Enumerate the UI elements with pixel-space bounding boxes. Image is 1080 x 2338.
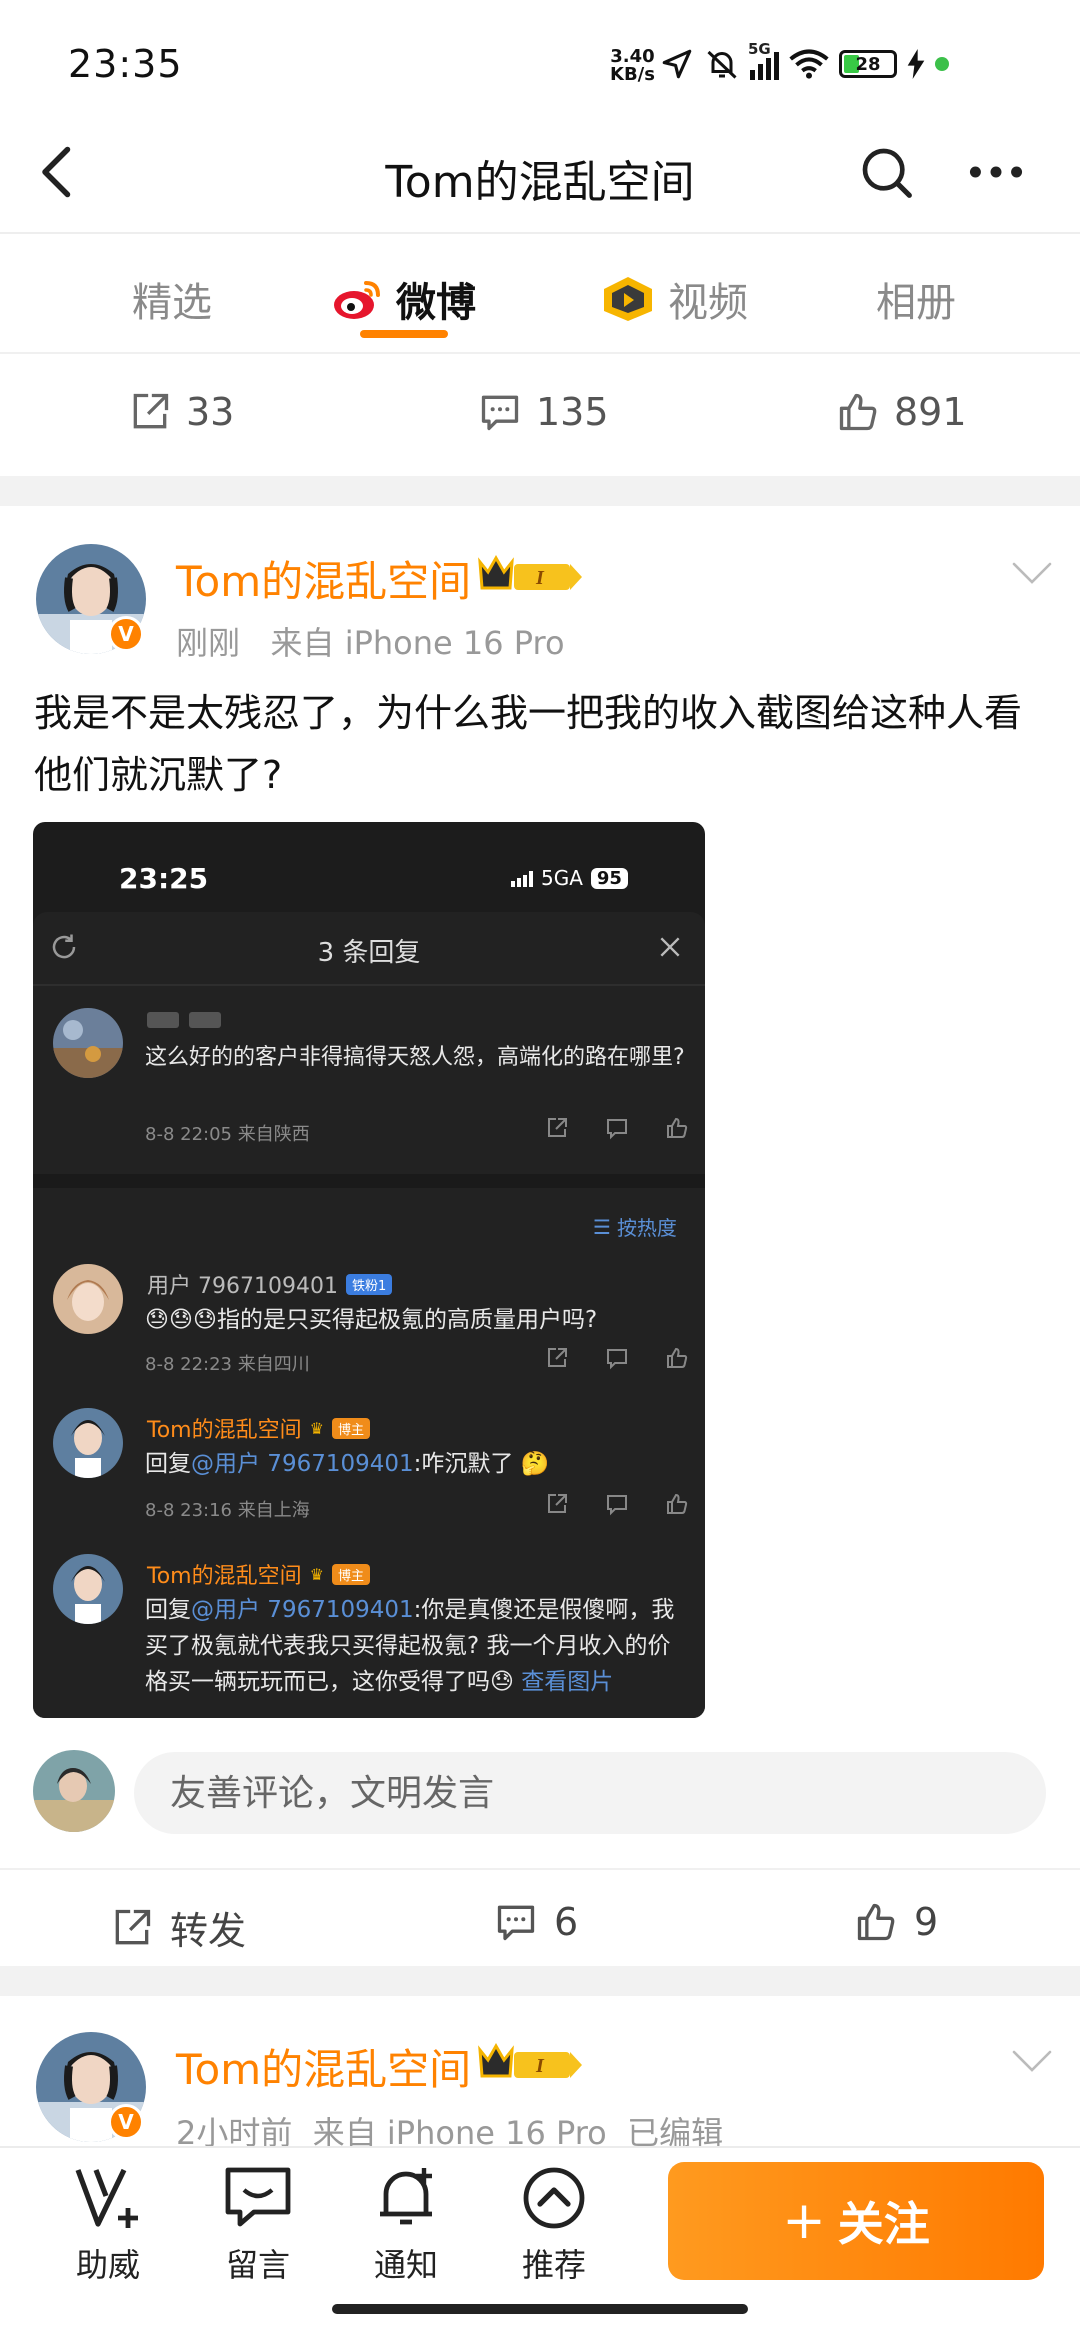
comment-icon bbox=[607, 1495, 627, 1516]
comment-icon bbox=[607, 1349, 627, 1370]
tab-weibo[interactable]: 微博 bbox=[332, 270, 476, 328]
reply-2-text: 回复@用户 7967109401:咋沉默了 🤔 bbox=[145, 1451, 550, 1477]
mute-bell-icon bbox=[707, 50, 737, 79]
root-comment-actions bbox=[545, 1116, 689, 1140]
comment-avatar bbox=[53, 1008, 123, 1078]
chevron-down-icon[interactable] bbox=[1010, 2046, 1054, 2076]
cheer-v-icon bbox=[75, 2168, 138, 2228]
net-speed: 3.40 KB/s bbox=[610, 46, 655, 85]
like-button[interactable]: 9 bbox=[854, 1900, 938, 1944]
reply-avatar bbox=[53, 1554, 123, 1624]
cheer-button[interactable]: 助威 bbox=[48, 2164, 168, 2286]
reply-1-actions bbox=[545, 1346, 689, 1370]
signal-icon: 5G bbox=[748, 40, 779, 80]
thumbs-up-icon bbox=[857, 1903, 895, 1941]
nav-bar: Tom的混乱空间 bbox=[0, 110, 1080, 234]
location-icon bbox=[662, 49, 692, 79]
post-image[interactable]: 23:25 5GA 95 3 条回复 这么好的的客户非得搞得天怒人怨，高端化的路… bbox=[33, 822, 705, 1718]
search-icon[interactable] bbox=[858, 144, 914, 200]
privacy-dot bbox=[935, 57, 949, 71]
my-avatar bbox=[33, 1750, 115, 1832]
home-indicator bbox=[332, 2304, 748, 2314]
shot-status-icons: 5GA 95 bbox=[511, 866, 628, 890]
like-button[interactable]: 891 bbox=[836, 390, 967, 434]
vip-badge-icon: I bbox=[478, 554, 588, 602]
recommend-button[interactable]: 推荐 bbox=[494, 2164, 614, 2286]
more-icon[interactable] bbox=[964, 144, 1028, 200]
vip-badge-icon: I bbox=[478, 2042, 588, 2090]
svg-text:I: I bbox=[535, 2055, 545, 2077]
message-icon bbox=[225, 2167, 291, 2227]
follow-button[interactable]: + 关注 bbox=[668, 2162, 1044, 2280]
post-time: 刚刚 bbox=[176, 624, 241, 662]
comment-button[interactable]: 135 bbox=[478, 390, 609, 434]
reply-count-title: 3 条回复 bbox=[317, 938, 421, 968]
share-icon bbox=[548, 1494, 567, 1513]
reply-3-header: Tom的混乱空间 ♛ 博主 bbox=[147, 1558, 370, 1590]
weibo-logo-icon bbox=[334, 281, 380, 319]
sort-by-hot: ☰ 按热度 bbox=[593, 1214, 677, 1241]
separator bbox=[0, 1966, 1080, 1996]
tab-video[interactable]: 视频 bbox=[600, 270, 748, 328]
comment-icon bbox=[497, 1905, 535, 1941]
profile-tabs: 精选 微博 视频 相册 bbox=[0, 234, 1080, 354]
status-time: 23:35 bbox=[68, 42, 183, 86]
reply-panel: 3 条回复 这么好的的客户非得搞得天怒人怨，高端化的路在哪里? 8-8 22:0… bbox=[33, 912, 705, 1718]
page-title: Tom的混乱空间 bbox=[385, 157, 695, 208]
verified-badge: V bbox=[108, 2104, 144, 2140]
post-actions: 转发 6 9 bbox=[0, 1868, 1080, 1968]
reply-avatar bbox=[53, 1408, 123, 1478]
status-icons: 5G 28 bbox=[660, 40, 949, 84]
post-author[interactable]: Tom的混乱空间 bbox=[176, 2036, 471, 2097]
thumbs-up-icon bbox=[667, 1117, 688, 1138]
post-meta: 刚刚 来自 iPhone 16 Pro bbox=[176, 618, 565, 664]
verified-badge: V bbox=[108, 616, 144, 652]
svg-text:I: I bbox=[535, 567, 545, 589]
reply-2-meta: 8-8 23:16 来自上海 bbox=[145, 1500, 310, 1521]
active-tab-indicator bbox=[360, 330, 448, 338]
comment-icon bbox=[481, 395, 519, 431]
thumbs-up-icon bbox=[667, 1347, 688, 1368]
root-comment-meta: 8-8 22:05 来自陕西 bbox=[145, 1124, 310, 1145]
plus-icon: + bbox=[782, 2191, 826, 2251]
reply-avatar bbox=[53, 1264, 123, 1334]
reply-2-actions bbox=[545, 1492, 689, 1516]
share-icon bbox=[548, 1118, 567, 1137]
message-button[interactable]: 留言 bbox=[198, 2164, 318, 2286]
post-text: 我是不是太残忍了，为什么我一把我的收入截图给这种人看他们就沉默了? bbox=[34, 691, 1023, 797]
root-comment-text: 这么好的的客户非得搞得天怒人怨，高端化的路在哪里? bbox=[145, 1045, 685, 1070]
shot-status-time: 23:25 bbox=[119, 862, 209, 895]
post-author[interactable]: Tom的混乱空间 bbox=[176, 548, 471, 609]
notify-button[interactable]: 通知 bbox=[346, 2164, 466, 2286]
chevron-down-icon[interactable] bbox=[1010, 558, 1054, 588]
comment-input[interactable] bbox=[134, 1752, 1046, 1834]
reply-3-text: 回复@用户 7967109401:你是真傻还是假傻啊，我买了极氪就代表我只买得起… bbox=[145, 1597, 675, 1695]
tab-featured[interactable]: 精选 bbox=[132, 270, 212, 328]
repost-button[interactable]: 33 bbox=[128, 390, 234, 434]
reply-1-meta: 8-8 22:23 来自四川 bbox=[145, 1354, 310, 1375]
share-icon bbox=[133, 393, 169, 429]
reply-1-header: 用户 7967109401 铁粉1 bbox=[147, 1268, 393, 1300]
thumbs-up-icon bbox=[667, 1493, 688, 1514]
reply-1-text: 😓😓😓指的是只买得起极氪的高质量用户吗? bbox=[145, 1307, 598, 1333]
repost-button[interactable]: 转发 bbox=[110, 1900, 246, 1955]
chevron-up-circle-icon bbox=[523, 2167, 585, 2229]
video-logo-icon bbox=[604, 277, 652, 321]
blurred-username bbox=[147, 1012, 221, 1028]
reply-2-header: Tom的混乱空间 ♛ 博主 bbox=[147, 1412, 370, 1444]
share-icon bbox=[115, 1909, 151, 1944]
post-source: 来自 iPhone 16 Pro bbox=[270, 624, 565, 662]
thumbs-up-icon bbox=[839, 393, 877, 431]
comment-icon bbox=[607, 1119, 627, 1140]
prev-post-stats: 33 135 891 bbox=[0, 356, 1080, 474]
share-icon bbox=[548, 1348, 567, 1367]
wifi-icon bbox=[789, 49, 829, 79]
charging-icon bbox=[907, 49, 925, 79]
bell-plus-icon bbox=[380, 2168, 432, 2225]
tab-album[interactable]: 相册 bbox=[876, 270, 956, 328]
separator bbox=[0, 476, 1080, 506]
close-icon bbox=[660, 937, 680, 957]
battery-icon: 28 bbox=[839, 50, 897, 78]
comment-button[interactable]: 6 bbox=[494, 1900, 578, 1944]
